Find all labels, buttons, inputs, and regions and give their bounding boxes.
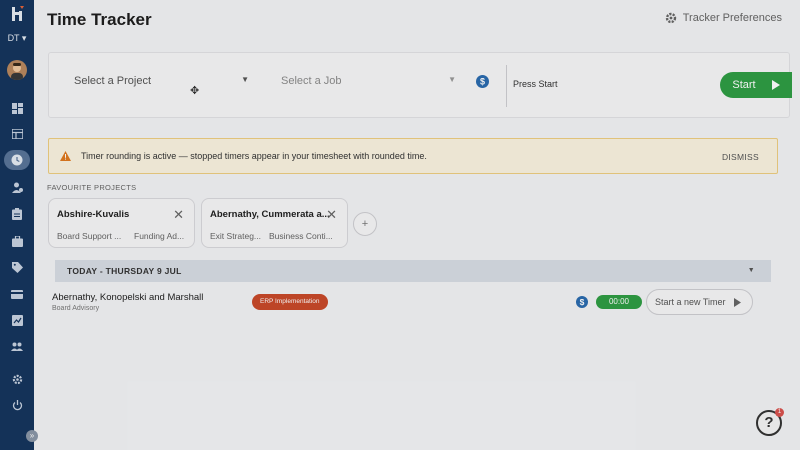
start-button-label: Start bbox=[732, 79, 756, 91]
entry-job-name: Board Advisory bbox=[52, 305, 100, 312]
tag-icon[interactable] bbox=[10, 260, 24, 274]
close-icon[interactable]: ✕ bbox=[326, 207, 337, 223]
table-icon[interactable] bbox=[10, 127, 24, 141]
favourite-job-chip[interactable]: Funding Ad... bbox=[134, 231, 184, 241]
gear-icon[interactable] bbox=[10, 372, 24, 386]
favourite-job-chip[interactable]: Business Conti... bbox=[269, 231, 333, 241]
project-select[interactable]: Select a Project ▼ bbox=[74, 75, 249, 87]
avatar[interactable] bbox=[7, 60, 27, 80]
power-icon[interactable] bbox=[10, 398, 24, 412]
add-favourite-button[interactable]: + bbox=[353, 212, 377, 236]
start-button[interactable]: Start bbox=[720, 72, 792, 98]
job-select[interactable]: Select a Job ▼ bbox=[281, 75, 456, 87]
favourite-job-chip[interactable]: Board Support ... bbox=[57, 231, 121, 241]
play-icon bbox=[771, 80, 780, 90]
job-select-placeholder: Select a Job bbox=[281, 75, 342, 87]
favourite-projects-heading: FAVOURITE PROJECTS bbox=[47, 183, 137, 192]
user-menu[interactable]: DT ▾ bbox=[0, 33, 34, 44]
chart-icon[interactable] bbox=[10, 313, 24, 327]
timer-bar: Select a Project ▼ Select a Job ▼ $ Pres… bbox=[48, 52, 792, 118]
banner-message: Timer rounding is active — stopped timer… bbox=[81, 151, 427, 161]
briefcase-icon[interactable] bbox=[10, 234, 24, 248]
timer-description[interactable]: Press Start bbox=[513, 79, 558, 89]
divider bbox=[506, 65, 507, 107]
svg-text:$: $ bbox=[480, 77, 485, 87]
page-title: Time Tracker bbox=[47, 10, 152, 29]
mouse-cursor: ✥ bbox=[190, 85, 200, 97]
dollar-icon: $ bbox=[576, 296, 588, 308]
dashboard-icon[interactable] bbox=[10, 101, 24, 115]
svg-text:$: $ bbox=[580, 297, 585, 307]
person-icon[interactable] bbox=[10, 180, 24, 194]
people-icon[interactable] bbox=[10, 339, 24, 353]
sidebar: DT ▾ bbox=[0, 0, 34, 450]
tracker-preferences-button[interactable]: Tracker Preferences bbox=[665, 12, 782, 24]
start-new-timer-button[interactable]: Start a new Timer bbox=[646, 289, 753, 315]
favourite-project-name: Abshire-Kuvalis bbox=[57, 209, 130, 220]
entry-project-name: Abernathy, Konopelski and Marshall bbox=[52, 292, 204, 303]
entry-tag[interactable]: ERP Implementation bbox=[252, 294, 328, 310]
help-notification-badge: 1 bbox=[775, 408, 784, 417]
clock-icon[interactable] bbox=[4, 150, 30, 170]
warning-icon bbox=[60, 151, 71, 161]
play-icon bbox=[733, 297, 741, 307]
day-group-header[interactable]: TODAY - THURSDAY 9 JUL ▼ bbox=[55, 260, 771, 282]
timer-rounding-banner: Timer rounding is active — stopped timer… bbox=[48, 138, 778, 174]
credit-card-icon[interactable] bbox=[10, 287, 24, 301]
chevron-down-icon: ▼ bbox=[747, 267, 755, 274]
entry-billable-toggle[interactable]: $ bbox=[576, 295, 588, 313]
project-select-placeholder: Select a Project bbox=[74, 75, 152, 87]
dollar-icon: $ bbox=[476, 75, 489, 88]
close-icon[interactable]: ✕ bbox=[173, 207, 184, 223]
favourite-project-card[interactable]: Abernathy, Cummerata a... ✕ Exit Strateg… bbox=[201, 198, 348, 248]
clipboard-icon[interactable] bbox=[10, 207, 24, 221]
app-logo[interactable] bbox=[7, 4, 27, 24]
day-group-label: TODAY - THURSDAY 9 JUL bbox=[67, 266, 182, 276]
sidebar-collapse-button[interactable]: » bbox=[26, 430, 38, 442]
gear-icon bbox=[665, 12, 676, 24]
start-new-timer-label: Start a new Timer bbox=[655, 297, 726, 307]
chevron-down-icon: ▼ bbox=[241, 75, 249, 84]
dismiss-button[interactable]: DISMISS bbox=[722, 152, 759, 162]
tracker-preferences-label: Tracker Preferences bbox=[682, 12, 782, 24]
chevron-down-icon: ▼ bbox=[448, 75, 456, 84]
favourite-job-chip[interactable]: Exit Strateg... bbox=[210, 231, 261, 241]
favourite-project-name: Abernathy, Cummerata a... bbox=[210, 209, 330, 220]
entry-duration[interactable]: 00:00 bbox=[596, 295, 642, 309]
billable-toggle[interactable]: $ bbox=[476, 75, 489, 93]
favourite-project-card[interactable]: Abshire-Kuvalis ✕ Board Support ... Fund… bbox=[48, 198, 195, 248]
